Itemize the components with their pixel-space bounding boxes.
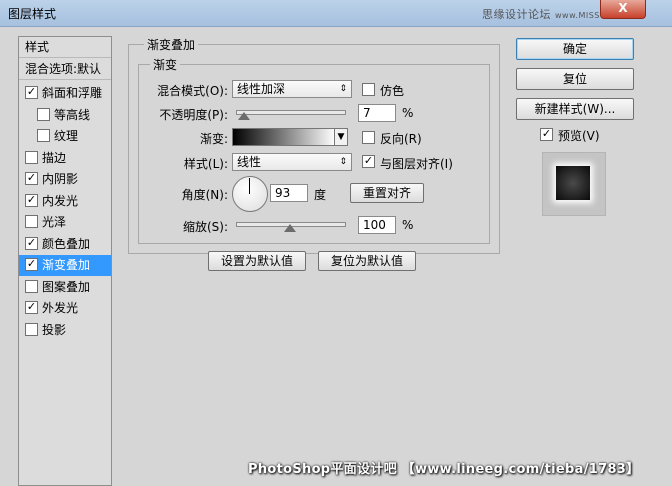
opacity-unit: % (402, 106, 414, 120)
angle-label: 角度(N): (181, 188, 228, 202)
style-item-label: 光泽 (42, 215, 67, 229)
angle-input[interactable]: 93 (270, 184, 308, 202)
gradient-group-title: 渐变 (150, 56, 181, 73)
style-item-label: 渐变叠加 (42, 258, 91, 272)
angle-unit: 度 (314, 188, 327, 202)
preview-label: 预览(V) (558, 129, 600, 143)
reset-default-button[interactable]: 复位为默认值 (318, 251, 416, 271)
style-item[interactable]: 内发光 (19, 191, 111, 212)
style-item-checkbox[interactable] (25, 172, 38, 185)
close-icon: X (618, 1, 628, 15)
style-item[interactable]: 等高线 (19, 105, 111, 126)
align-with-layer-label: 与图层对齐(I) (380, 157, 453, 171)
opacity-input[interactable]: 7 (358, 104, 396, 122)
style-item[interactable]: 斜面和浮雕 (19, 83, 111, 104)
style-item[interactable]: 投影 (19, 320, 111, 341)
style-select[interactable]: 线性 ⇕ (232, 153, 352, 171)
set-default-button[interactable]: 设置为默认值 (208, 251, 306, 271)
style-item-label: 内发光 (42, 193, 79, 208)
dither-checkbox[interactable] (362, 83, 375, 96)
style-item-label: 内阴影 (42, 172, 79, 186)
close-button[interactable]: X (600, 0, 646, 19)
style-value: 线性 (237, 155, 262, 169)
style-item[interactable]: 图案叠加 (19, 277, 111, 298)
style-item-checkbox[interactable] (25, 258, 38, 271)
style-item-checkbox[interactable] (37, 129, 50, 142)
opacity-slider-track[interactable] (236, 110, 346, 115)
gradient-preview-bar[interactable] (232, 128, 336, 146)
style-label: 样式(L): (183, 157, 228, 171)
blend-mode-label: 混合模式(O): (157, 84, 228, 98)
reverse-label: 反向(R) (380, 132, 422, 146)
dither-label: 仿色 (380, 84, 405, 98)
updown-arrow-icon: ⇕ (339, 157, 347, 167)
style-list: 样式 混合选项:默认 斜面和浮雕等高线纹理描边内阴影内发光光泽颜色叠加渐变叠加图… (18, 36, 112, 486)
opacity-label: 不透明度(P): (159, 108, 228, 122)
reverse-checkbox[interactable] (362, 131, 375, 144)
watermark-bottom: PhotoShop平面设计吧 【www.lineeg.com/tieba/178… (248, 462, 640, 477)
style-item-label: 斜面和浮雕 (42, 86, 103, 100)
style-item-label: 外发光 (42, 301, 79, 315)
style-item-checkbox[interactable] (25, 279, 38, 293)
style-list-header[interactable]: 样式 (19, 37, 111, 58)
reset-button[interactable]: 复位 (516, 68, 634, 90)
gradient-overlay-title: 渐变叠加 (144, 36, 199, 53)
scale-label: 缩放(S): (182, 220, 228, 234)
style-item-checkbox[interactable] (25, 150, 38, 164)
blend-mode-value: 线性加深 (237, 82, 286, 96)
style-item-checkbox[interactable] (25, 322, 38, 336)
style-item-checkbox[interactable] (37, 107, 50, 121)
style-item-label: 描边 (42, 150, 67, 165)
scale-slider-thumb[interactable] (284, 224, 296, 232)
style-item-label: 颜色叠加 (42, 236, 91, 251)
style-item-label: 等高线 (54, 107, 91, 122)
style-item-checkbox[interactable] (25, 215, 38, 228)
blend-options-item[interactable]: 混合选项:默认 (19, 59, 111, 80)
angle-dial-needle (249, 178, 250, 194)
style-item-label: 投影 (42, 322, 67, 337)
blend-mode-select[interactable]: 线性加深 ⇕ (232, 80, 352, 98)
style-item-label: 纹理 (54, 129, 79, 143)
scale-unit: % (402, 218, 414, 232)
gradient-label: 渐变: (199, 132, 228, 146)
style-item-checkbox[interactable] (25, 236, 38, 250)
reset-alignment-button[interactable]: 重置对齐 (350, 183, 424, 203)
angle-dial[interactable] (232, 176, 268, 212)
opacity-slider-thumb[interactable] (237, 112, 250, 120)
watermark-top-text: 思缘设计论坛 (482, 8, 551, 21)
updown-arrow-icon: ⇕ (339, 84, 347, 94)
scale-input[interactable]: 100 (358, 216, 396, 234)
style-item-checkbox[interactable] (25, 86, 38, 99)
style-item-checkbox[interactable] (25, 193, 38, 207)
style-item-checkbox[interactable] (25, 301, 38, 314)
style-item[interactable]: 外发光 (19, 298, 111, 319)
window-title: 图层样式 (8, 7, 57, 21)
style-item[interactable]: 渐变叠加 (19, 255, 111, 276)
align-with-layer-checkbox[interactable] (362, 155, 375, 168)
preview-checkbox[interactable] (540, 128, 553, 141)
style-item[interactable]: 内阴影 (19, 169, 111, 190)
style-item[interactable]: 颜色叠加 (19, 234, 111, 255)
title-bar: 图层样式 思缘设计论坛www.MISSYUAN.com X (0, 0, 672, 27)
style-item[interactable]: 描边 (19, 148, 111, 169)
style-item-label: 图案叠加 (42, 279, 91, 294)
ok-button[interactable]: 确定 (516, 38, 634, 60)
style-preview-swatch (556, 166, 590, 200)
style-item[interactable]: 光泽 (19, 212, 111, 233)
gradient-dropdown-icon[interactable]: ▼ (334, 128, 348, 146)
style-item[interactable]: 纹理 (19, 126, 111, 147)
new-style-button[interactable]: 新建样式(W)... (516, 98, 634, 120)
